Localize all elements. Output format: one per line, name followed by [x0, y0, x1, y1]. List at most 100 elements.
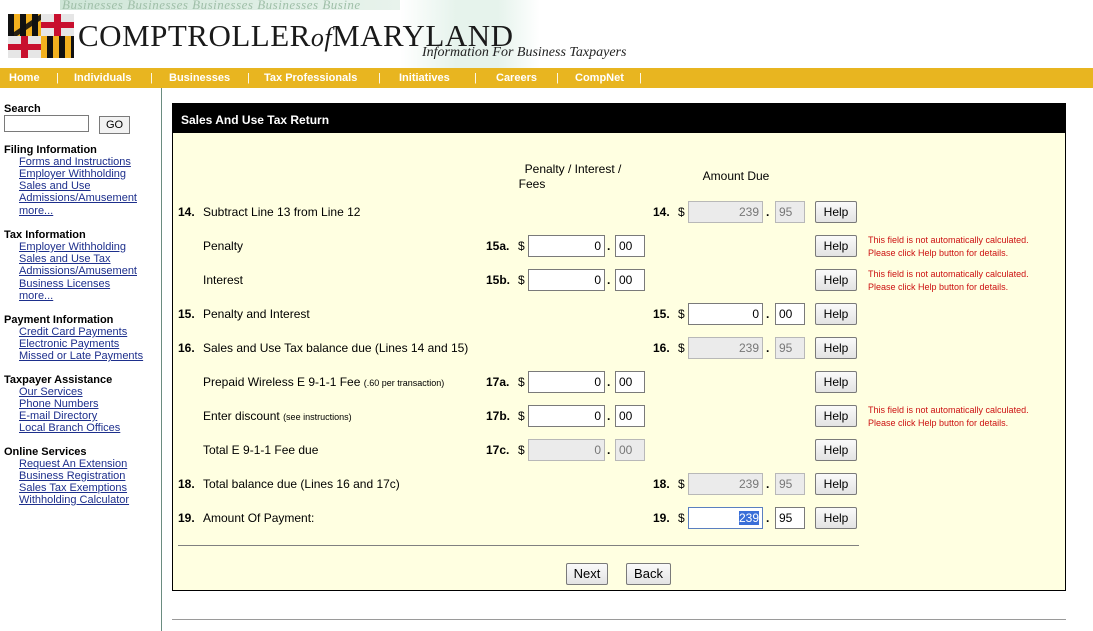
line-15b-dollars-input[interactable]: 0	[528, 269, 605, 291]
sidebar-link-sales-tax-exemptions[interactable]: Sales Tax Exemptions	[19, 482, 127, 494]
next-button[interactable]: Next	[566, 563, 608, 585]
line-14-label: Subtract Line 13 from Line 12	[203, 205, 361, 219]
payment-amount-cents-input[interactable]: 95	[775, 507, 805, 529]
line-15a-dollars-input[interactable]: 0	[528, 235, 605, 257]
line-18-dollars-field[interactable]: 239	[688, 473, 763, 495]
line-number: 16.	[653, 341, 670, 355]
line-15-cents-input[interactable]: 00	[775, 303, 805, 325]
line-15a-cents-input[interactable]: 00	[615, 235, 645, 257]
decimal-point: .	[607, 239, 611, 253]
sidebar-link-employer-withholding[interactable]: Employer Withholding	[19, 168, 126, 180]
sidebar-link-our-services[interactable]: Our Services	[19, 386, 83, 398]
sidebar-link-phone-numbers[interactable]: Phone Numbers	[19, 398, 99, 410]
line-17c-dollars-field[interactable]: 0	[528, 439, 605, 461]
logo-title-of: of	[310, 23, 333, 52]
note-line: Please click Help button for details.	[868, 418, 1009, 428]
nav-tax-professionals[interactable]: Tax Professionals	[264, 72, 357, 84]
sidebar-link-withholding-calculator[interactable]: Withholding Calculator	[19, 494, 129, 506]
sidebar-link-sales-and-use[interactable]: Sales and Use	[19, 180, 91, 192]
sidebar-link-electronic-payments[interactable]: Electronic Payments	[19, 338, 119, 350]
line-17a-label-text: Prepaid Wireless E 9-1-1 Fee	[203, 375, 361, 389]
line-17c-label: Total E 9-1-1 Fee due	[203, 443, 319, 457]
sidebar-link-missed-or-late-payments[interactable]: Missed or Late Payments	[19, 350, 143, 362]
line-17b-cents-input[interactable]: 00	[615, 405, 645, 427]
search-input[interactable]	[4, 115, 89, 132]
help-button[interactable]: Help	[815, 235, 857, 257]
sidebar-link-credit-card-payments[interactable]: Credit Card Payments	[19, 326, 127, 338]
sidebar-link-more[interactable]: more...	[19, 290, 53, 302]
line-17b-dollars-input[interactable]: 0	[528, 405, 605, 427]
line-number: 16.	[178, 341, 195, 355]
dollar-sign: $	[518, 409, 525, 423]
nav-separator: |	[474, 72, 477, 84]
line-17a-sublabel: (.60 per transaction)	[363, 378, 445, 388]
help-button[interactable]: Help	[815, 405, 857, 427]
help-button[interactable]: Help	[815, 269, 857, 291]
nav-businesses[interactable]: Businesses	[169, 72, 230, 84]
sidebar-link-email-directory[interactable]: E-mail Directory	[19, 410, 97, 422]
search-go-button[interactable]: GO	[99, 116, 130, 134]
dollar-sign: $	[678, 477, 685, 491]
line-14-dollars-field[interactable]: 239	[688, 201, 763, 223]
decimal-point: .	[766, 477, 770, 491]
line-17a-dollars-input[interactable]: 0	[528, 371, 605, 393]
line-14-cents-field[interactable]: 95	[775, 201, 805, 223]
sidebar-divider	[161, 88, 162, 631]
penalty-column-header-line1: Penalty / Interest /	[524, 162, 622, 176]
line-17b-sublabel: (see instructions)	[283, 412, 352, 422]
help-button[interactable]: Help	[815, 473, 857, 495]
sidebar-link-request-an-extension[interactable]: Request An Extension	[19, 458, 127, 470]
line-number: 19.	[653, 511, 670, 525]
line-15b-cents-input[interactable]: 00	[615, 269, 645, 291]
nav-separator: |	[150, 72, 153, 84]
sidebar-link-more[interactable]: more...	[19, 205, 53, 217]
penalty-column-header-line2: Fees	[518, 177, 546, 191]
decimal-point: .	[607, 273, 611, 287]
payment-information-heading: Payment Information	[4, 314, 114, 326]
help-button[interactable]: Help	[815, 337, 857, 359]
help-button[interactable]: Help	[815, 507, 857, 529]
nav-compnet[interactable]: CompNet	[575, 72, 624, 84]
back-button[interactable]: Back	[626, 563, 671, 585]
sidebar-link-employer-withholding[interactable]: Employer Withholding	[19, 241, 126, 253]
line-17c-cents-field[interactable]: 00	[615, 439, 645, 461]
line-number: 19.	[178, 511, 195, 525]
nav-initiatives[interactable]: Initiatives	[399, 72, 450, 84]
line-number: 15.	[653, 307, 670, 321]
nav-home[interactable]: Home	[9, 72, 40, 84]
sidebar-link-sales-and-use-tax[interactable]: Sales and Use Tax	[19, 253, 111, 265]
nav-careers[interactable]: Careers	[496, 72, 537, 84]
sidebar-link-forms-and-instructions[interactable]: Forms and Instructions	[19, 156, 131, 168]
sidebar-link-local-branch-offices[interactable]: Local Branch Offices	[19, 422, 120, 434]
help-button[interactable]: Help	[815, 371, 857, 393]
note-line: This field is not automatically calculat…	[868, 269, 1029, 279]
line-number: 18.	[653, 477, 670, 491]
online-services-heading: Online Services	[4, 446, 87, 458]
sidebar-link-business-licenses[interactable]: Business Licenses	[19, 278, 110, 290]
selected-text: 239	[738, 511, 759, 525]
line-17b-label-text: Enter discount	[203, 409, 280, 423]
nav-individuals[interactable]: Individuals	[74, 72, 131, 84]
line-17a-cents-input[interactable]: 00	[615, 371, 645, 393]
nav-separator: |	[639, 72, 642, 84]
line-number: 14.	[653, 205, 670, 219]
help-button[interactable]: Help	[815, 303, 857, 325]
dollar-sign: $	[678, 511, 685, 525]
line-16-dollars-field[interactable]: 239	[688, 337, 763, 359]
line-18-label: Total balance due (Lines 16 and 17c)	[203, 477, 400, 491]
line-number: 15a.	[486, 239, 510, 253]
help-button[interactable]: Help	[815, 201, 857, 223]
line-18-cents-field[interactable]: 95	[775, 473, 805, 495]
help-button[interactable]: Help	[815, 439, 857, 461]
line-number: 18.	[178, 477, 195, 491]
sidebar-link-business-registration[interactable]: Business Registration	[19, 470, 125, 482]
line-16-cents-field[interactable]: 95	[775, 337, 805, 359]
sidebar-link-admissions-amusement[interactable]: Admissions/Amusement	[19, 192, 137, 204]
payment-amount-dollars-input[interactable]: 239	[688, 507, 763, 529]
line-15-dollars-input[interactable]: 0	[688, 303, 763, 325]
taxpayer-assistance-heading: Taxpayer Assistance	[4, 374, 113, 386]
sidebar-link-admissions-amusement[interactable]: Admissions/Amusement	[19, 265, 137, 277]
logo-title-left: COMPTROLLER	[78, 18, 311, 53]
line-number: 17a.	[486, 375, 510, 389]
note-line: Please click Help button for details.	[868, 282, 1009, 292]
